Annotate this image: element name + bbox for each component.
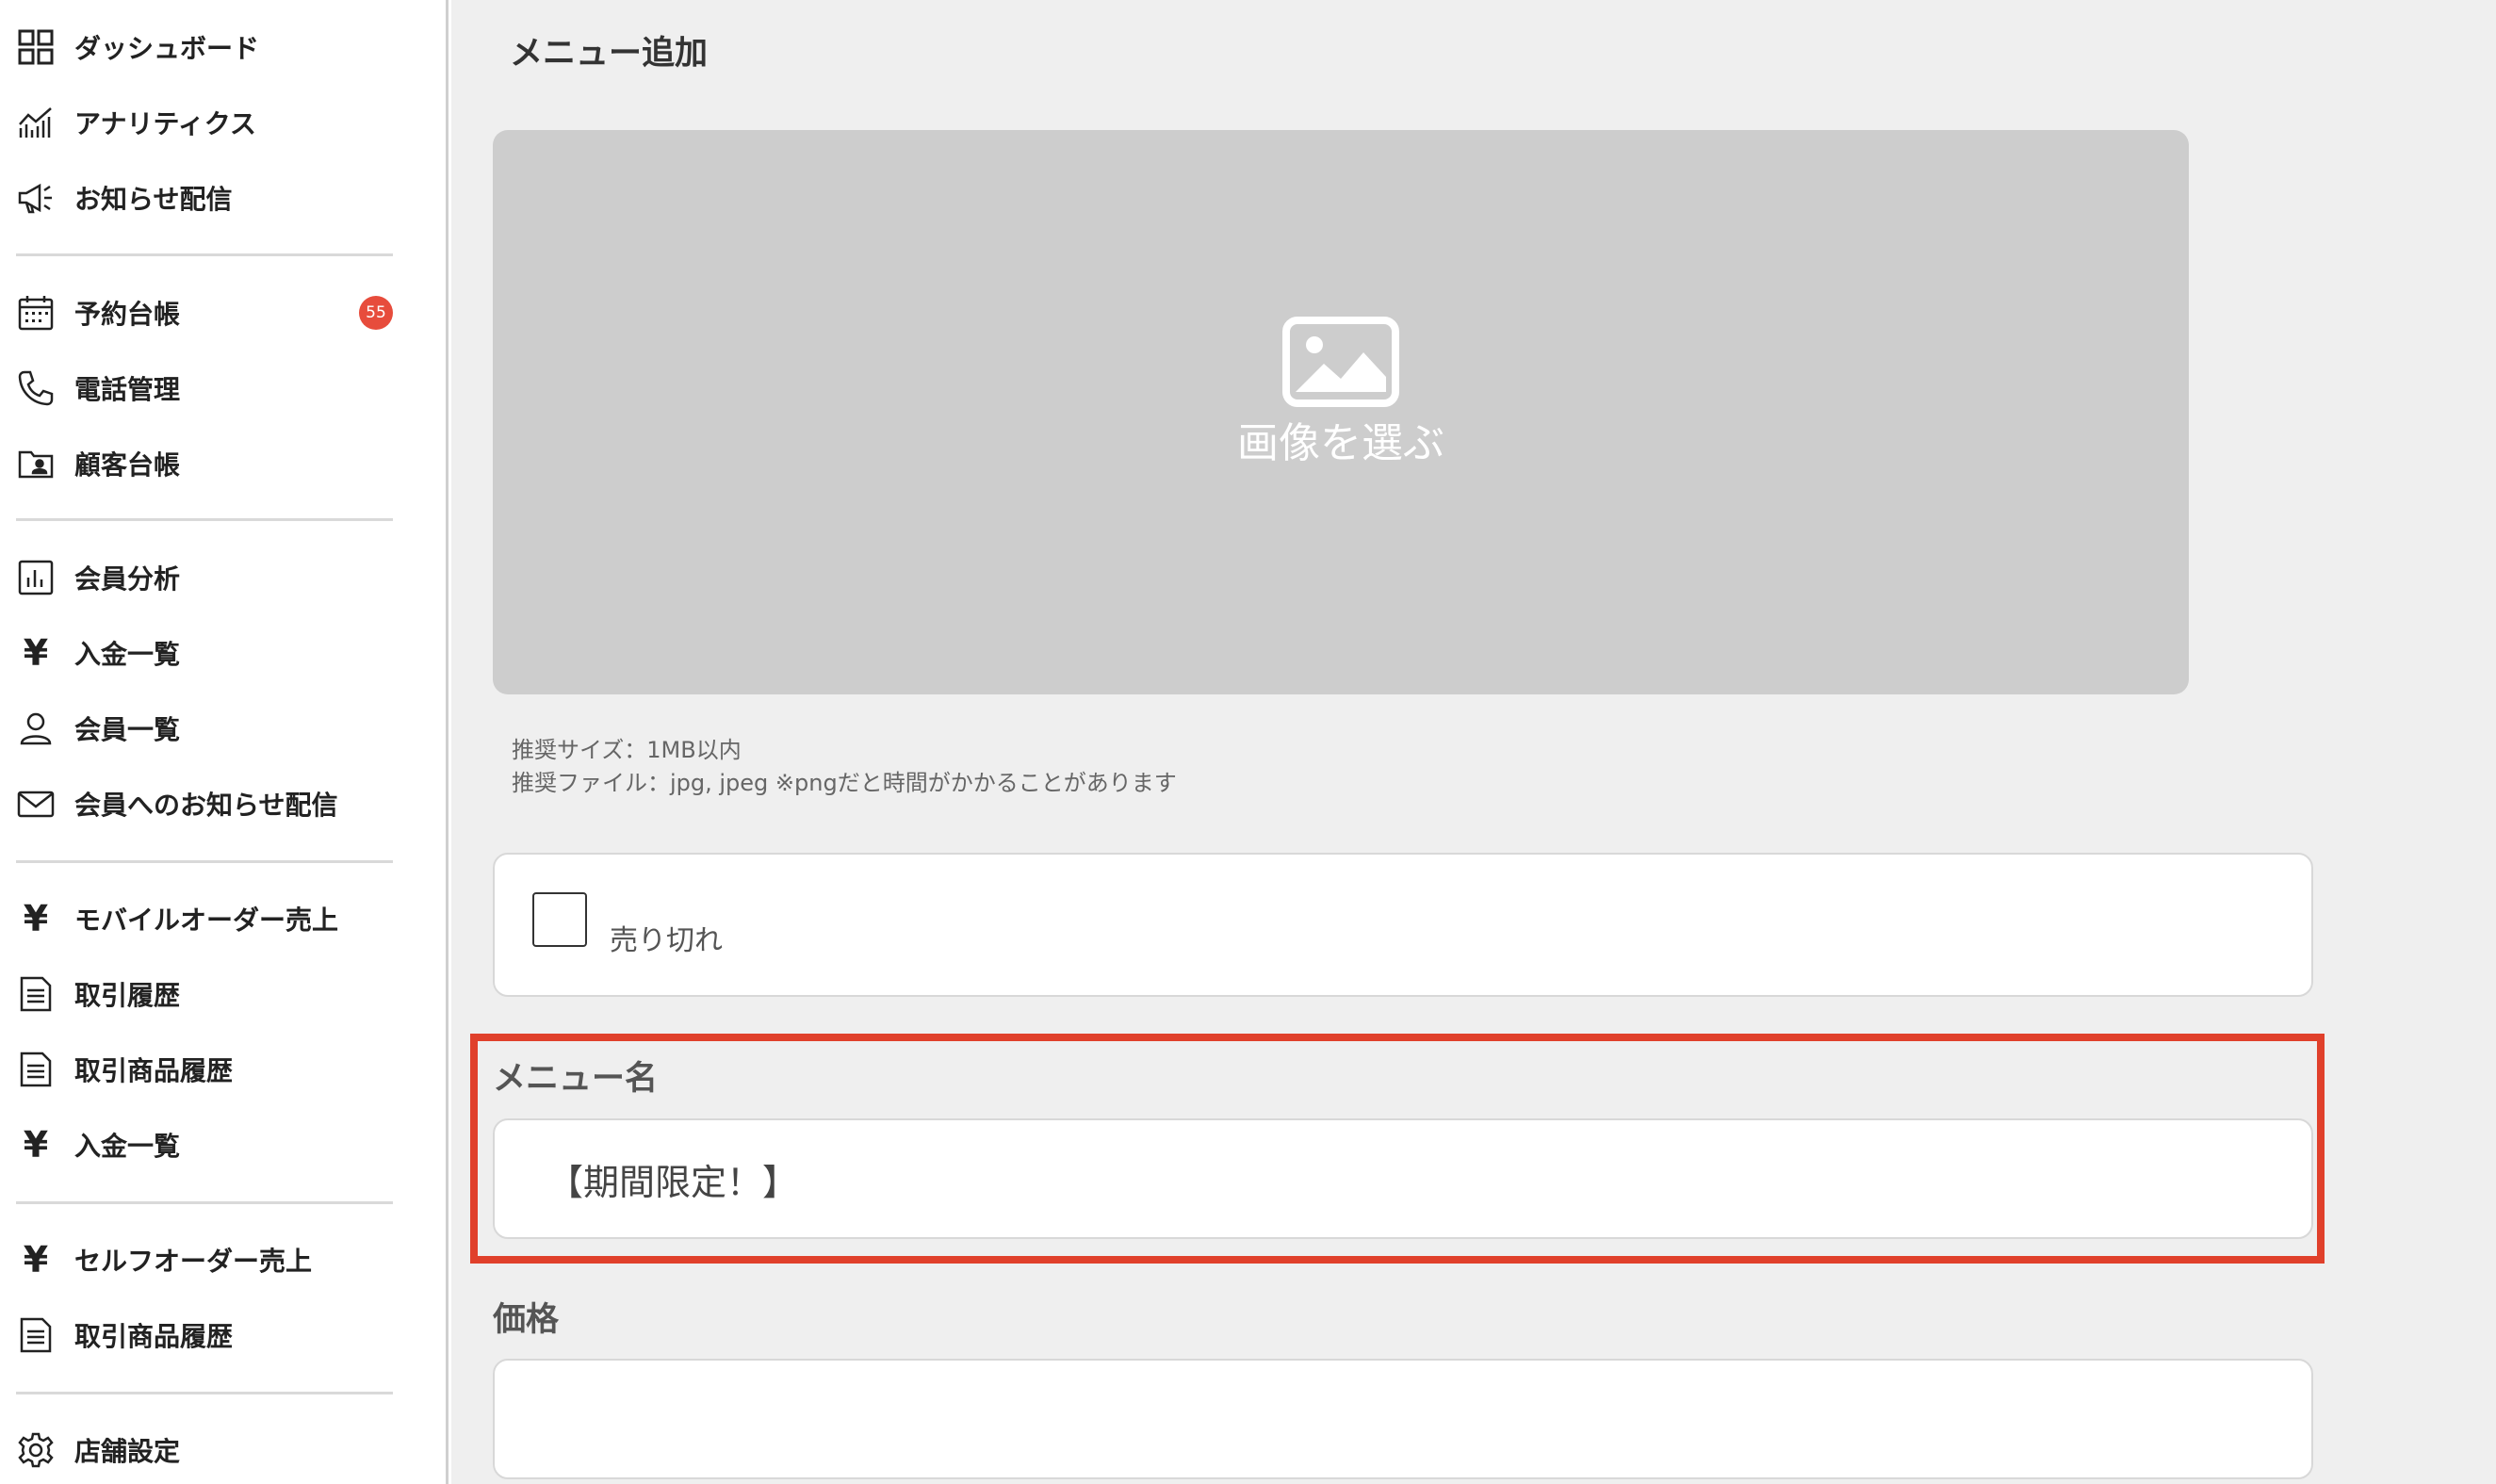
- calendar-icon: [16, 293, 56, 333]
- sidebar-item-members[interactable]: 会員一覧: [16, 700, 393, 757]
- soldout-card: 売り切れ: [493, 853, 2313, 997]
- sidebar-divider: [16, 518, 393, 521]
- main-content: メニュー追加 画像を選ぶ 推奨サイズ：1MB以内 推奨ファイル：jpg, jpe…: [451, 0, 2496, 1484]
- sidebar: ダッシュボード アナリティクス お知らせ配信 予約台帳 55 電話管理 顧客台帳: [0, 0, 449, 1484]
- price-label: 価格: [493, 1301, 560, 1339]
- sidebar-divider: [16, 1392, 393, 1394]
- menu-name-input[interactable]: [493, 1118, 2313, 1239]
- sidebar-item-label: 入金一覧: [74, 639, 181, 670]
- page-title: メニュー追加: [510, 35, 709, 73]
- gear-icon: [16, 1430, 56, 1470]
- sidebar-item-member-notice[interactable]: 会員へのお知らせ配信: [16, 775, 393, 832]
- sidebar-item-label: 店舗設定: [74, 1436, 181, 1467]
- sidebar-item-payments-2[interactable]: ¥ 入金一覧: [16, 1117, 393, 1173]
- chart-line-icon: [16, 103, 56, 142]
- sidebar-item-store-settings[interactable]: 店舗設定: [16, 1422, 393, 1478]
- envelope-icon: [16, 784, 56, 824]
- image-picker[interactable]: 画像を選ぶ: [493, 130, 2189, 694]
- yen-icon: ¥: [23, 632, 49, 674]
- sidebar-item-dashboard[interactable]: ダッシュボード: [16, 19, 393, 75]
- sidebar-item-label: アナリティクス: [74, 108, 256, 139]
- sidebar-item-label: 取引履歴: [74, 980, 181, 1011]
- sidebar-divider: [16, 253, 393, 256]
- sidebar-item-label: 入金一覧: [74, 1131, 181, 1162]
- sidebar-item-label: 会員へのお知らせ配信: [74, 790, 338, 821]
- sidebar-item-label: 予約台帳: [74, 299, 181, 330]
- sidebar-item-mobile-order-sales[interactable]: ¥ モバイルオーダー売上: [16, 890, 393, 947]
- sidebar-item-label: 会員分析: [74, 563, 181, 595]
- yen-icon: ¥: [23, 898, 49, 939]
- sidebar-item-label: 顧客台帳: [74, 449, 181, 481]
- recommended-file-note: 推奨ファイル：jpg, jpeg ※pngだと時間がかかることがあります: [512, 770, 1177, 796]
- sidebar-item-label: お知らせ配信: [74, 184, 233, 215]
- sidebar-item-transaction-items-2[interactable]: 取引商品履歴: [16, 1307, 393, 1363]
- document-icon: [16, 1315, 56, 1355]
- sidebar-item-analytics[interactable]: アナリティクス: [16, 94, 393, 151]
- sidebar-item-label: 電話管理: [74, 374, 181, 405]
- sidebar-item-phone[interactable]: 電話管理: [16, 360, 393, 416]
- sidebar-item-label: モバイルオーダー売上: [74, 905, 339, 936]
- bar-chart-icon: [16, 558, 56, 597]
- sidebar-item-label: セルフオーダー売上: [74, 1246, 313, 1277]
- phone-icon: [16, 368, 56, 408]
- menu-name-label: メニュー名: [493, 1060, 659, 1098]
- yen-icon: ¥: [23, 1124, 49, 1166]
- person-icon: [16, 709, 56, 748]
- sidebar-item-transactions[interactable]: 取引履歴: [16, 966, 393, 1022]
- price-input[interactable]: [493, 1359, 2313, 1479]
- yen-icon: ¥: [23, 1239, 49, 1280]
- grid-icon: [16, 27, 56, 67]
- sidebar-item-label: 会員一覧: [74, 714, 181, 745]
- sidebar-item-member-analysis[interactable]: 会員分析: [16, 549, 393, 606]
- sidebar-item-label: 取引商品履歴: [74, 1321, 234, 1352]
- sidebar-item-customers[interactable]: 顧客台帳: [16, 435, 393, 492]
- document-icon: [16, 1050, 56, 1089]
- image-picker-label: 画像を選ぶ: [1237, 419, 1444, 467]
- document-icon: [16, 974, 56, 1014]
- image-icon: [1282, 317, 1399, 407]
- contact-folder-icon: [16, 444, 56, 483]
- soldout-label: 売り切れ: [610, 924, 723, 957]
- soldout-checkbox[interactable]: [532, 892, 587, 947]
- sidebar-item-reservations[interactable]: 予約台帳 55: [16, 285, 393, 341]
- sidebar-item-label: 取引商品履歴: [74, 1055, 234, 1086]
- notification-badge: 55: [359, 296, 393, 330]
- sidebar-divider: [16, 860, 393, 863]
- sidebar-item-notice[interactable]: お知らせ配信: [16, 170, 393, 226]
- sidebar-item-self-order-sales[interactable]: ¥ セルフオーダー売上: [16, 1231, 393, 1288]
- sidebar-item-payments[interactable]: ¥ 入金一覧: [16, 625, 393, 681]
- sidebar-item-label: ダッシュボード: [74, 33, 260, 64]
- recommended-size-note: 推奨サイズ：1MB以内: [512, 737, 742, 763]
- sidebar-item-transaction-items[interactable]: 取引商品履歴: [16, 1041, 393, 1098]
- sidebar-divider: [16, 1201, 393, 1204]
- megaphone-icon: [16, 178, 56, 218]
